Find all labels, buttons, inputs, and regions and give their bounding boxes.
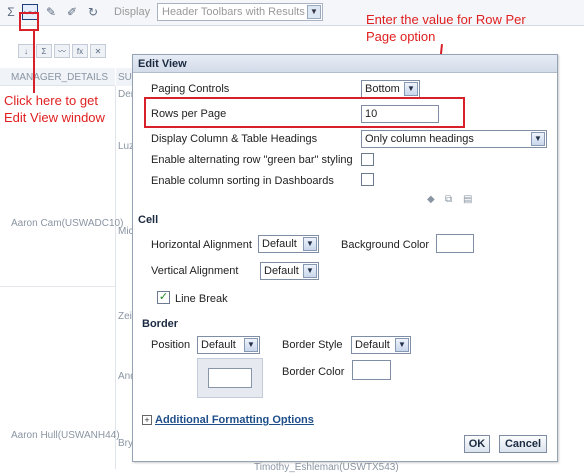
ok-button[interactable]: OK	[464, 435, 490, 453]
copy-icon[interactable]: ⧉	[445, 194, 452, 205]
border-color-label: Border Color	[282, 366, 345, 378]
display-headings-label: Display Column & Table Headings	[151, 133, 318, 145]
manager-column	[0, 86, 116, 469]
line-break-checkbox[interactable]: ✓	[157, 291, 170, 304]
position-label: Position	[151, 339, 191, 351]
border-style-select[interactable]: Default ▼	[351, 336, 411, 354]
border-color-swatch[interactable]	[352, 360, 391, 380]
table-cell: Timothy_Eshleman(USWTX543)	[254, 462, 399, 473]
rows-per-page-value: 10	[365, 108, 378, 120]
background-color-label: Background Color	[341, 239, 430, 251]
cell-section-title: Cell	[138, 214, 159, 226]
position-select[interactable]: Default ▼	[197, 336, 260, 354]
edit-icon[interactable]: 〰	[54, 44, 70, 58]
vertical-alignment-label: Vertical Alignment	[151, 265, 239, 277]
refresh-icon[interactable]: ↻	[85, 4, 101, 20]
close-icon[interactable]: ✕	[90, 44, 106, 58]
table-cell: Bry	[118, 438, 133, 449]
display-label: Display	[114, 6, 151, 18]
horizontal-alignment-select[interactable]: Default ▼	[258, 235, 319, 253]
arrow-line	[33, 31, 35, 93]
table-cell: Zei	[118, 311, 132, 322]
additional-options-link[interactable]: Additional Formatting Options	[155, 414, 314, 426]
line-break-label: Line Break	[175, 293, 228, 305]
border-preview-box	[208, 368, 252, 388]
border-style-label: Border Style	[282, 339, 343, 351]
rows-per-page-label: Rows per Page	[151, 108, 227, 120]
chevron-down-icon: ▼	[303, 237, 317, 251]
vertical-alignment-select[interactable]: Default ▼	[260, 262, 319, 280]
paste-icon[interactable]: ▤	[463, 194, 472, 205]
sort-icon[interactable]: ↓	[18, 44, 34, 58]
table-cell: Aaron Cam(USWADC10)	[11, 218, 124, 229]
sigma-icon[interactable]: Σ	[3, 4, 19, 20]
edit-view-dialog: Edit View Paging Controls Bottom ▼ Rows …	[132, 54, 558, 462]
paging-controls-value: Bottom	[365, 83, 400, 95]
chevron-down-icon: ▼	[531, 132, 545, 146]
horizontal-alignment-value: Default	[262, 238, 297, 250]
position-value: Default	[201, 339, 236, 351]
sigma-icon[interactable]: Σ	[36, 44, 52, 58]
column-sorting-checkbox[interactable]	[361, 173, 374, 186]
green-bar-checkbox[interactable]	[361, 153, 374, 166]
chevron-down-icon: ▼	[404, 82, 418, 96]
display-select-value: Header Toolbars with Results	[162, 6, 305, 18]
border-section-title: Border	[142, 318, 179, 330]
table-cell: Aaron Hull(USWANH44)	[11, 430, 120, 441]
display-headings-value: Only column headings	[365, 133, 474, 145]
chevron-down-icon: ▼	[303, 264, 317, 278]
clear-format-icon[interactable]: ◆	[427, 194, 435, 205]
paging-controls-select[interactable]: Bottom ▼	[361, 80, 420, 98]
column-mini-toolbar: ↓ Σ 〰 fx ✕	[18, 44, 106, 58]
horizontal-alignment-label: Horizontal Alignment	[151, 239, 252, 251]
chevron-down-icon: ▼	[244, 338, 258, 352]
rows-per-page-input[interactable]: 10	[361, 105, 439, 123]
properties-icon[interactable]: ✐	[64, 4, 80, 20]
border-style-value: Default	[355, 339, 390, 351]
format-icon[interactable]: ✎	[43, 4, 59, 20]
enter-value-annotation: Enter the value for Row Per Page option	[366, 12, 526, 44]
formula-icon[interactable]: fx	[72, 44, 88, 58]
chevron-down-icon: ▼	[307, 5, 321, 19]
column-sorting-label: Enable column sorting in Dashboards	[151, 175, 334, 187]
background-color-swatch[interactable]	[436, 234, 474, 253]
column-header-manager: MANAGER_DETAILS	[0, 68, 115, 86]
row-divider	[0, 286, 116, 287]
green-bar-label: Enable alternating row "green bar" styli…	[151, 154, 353, 166]
dialog-title: Edit View	[133, 55, 557, 73]
cancel-button[interactable]: Cancel	[499, 435, 547, 453]
paging-controls-label: Paging Controls	[151, 83, 230, 95]
border-position-preview[interactable]	[197, 358, 263, 398]
click-here-annotation: Click here to get Edit View window	[4, 93, 105, 125]
chevron-down-icon: ▼	[395, 338, 409, 352]
display-headings-select[interactable]: Only column headings ▼	[361, 130, 547, 148]
highlight-box-edit-view	[19, 12, 39, 31]
plus-icon[interactable]: +	[142, 415, 152, 425]
vertical-alignment-value: Default	[264, 265, 299, 277]
display-select[interactable]: Header Toolbars with Results ▼	[157, 3, 323, 21]
